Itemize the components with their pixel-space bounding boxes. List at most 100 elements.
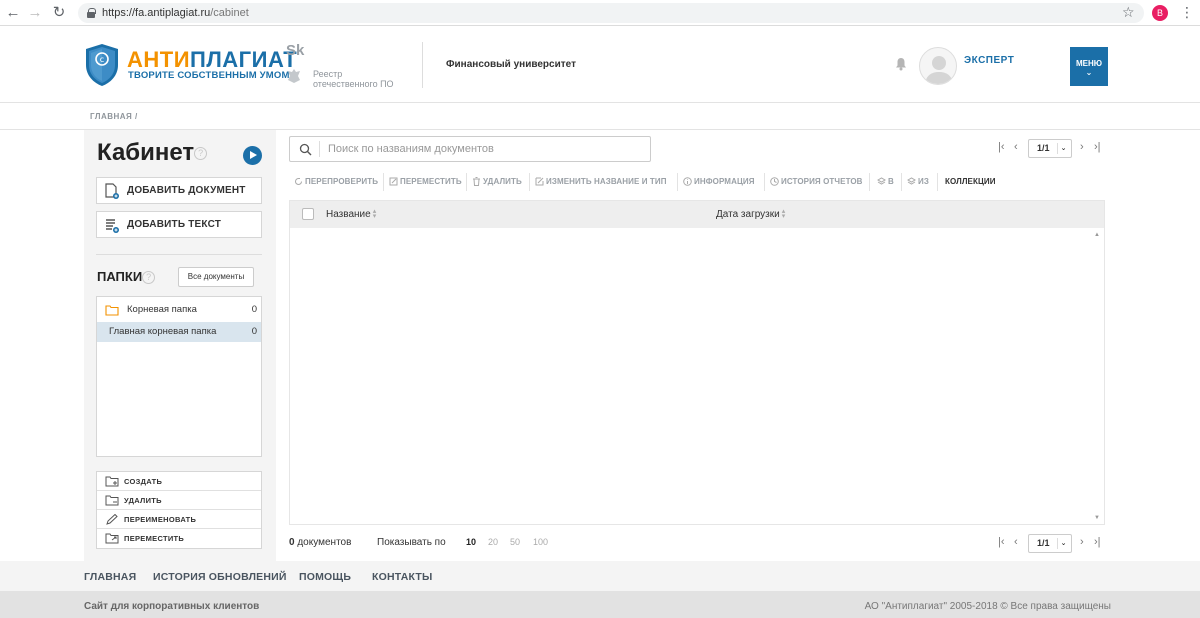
table-footer: 0 документов Показывать по 10 20 50 100 — [289, 537, 1105, 553]
help-icon[interactable]: ? — [194, 147, 208, 161]
folder-item-selected[interactable]: Главная корневая папка 0 — [97, 322, 261, 342]
bell-icon[interactable] — [894, 57, 908, 71]
next-page-icon[interactable]: › — [1080, 141, 1084, 153]
profile-avatar[interactable]: B — [1152, 5, 1168, 21]
page-size-option[interactable]: 10 — [466, 537, 476, 547]
forward-arrow-icon[interactable]: → — [26, 4, 44, 22]
reestr-label: Реестр отечественного ПО — [313, 69, 394, 89]
folder-count: 0 — [251, 304, 257, 315]
header-divider — [422, 42, 423, 88]
folder-icon — [105, 305, 119, 316]
browser-menu-icon[interactable]: ⋮ — [1180, 4, 1194, 21]
last-page-icon[interactable]: ›| — [1094, 536, 1101, 548]
logo-title-plagiat: ПЛАГИАТ — [190, 47, 298, 72]
folder-plus-icon — [105, 476, 119, 487]
url-path: /cabinet — [210, 7, 249, 19]
document-add-icon — [105, 183, 119, 199]
folders-title: ПАПКИ? — [97, 269, 156, 285]
menu-button[interactable]: МЕНЮ ⌄ — [1070, 47, 1108, 86]
breadcrumb: ГЛАВНАЯ / — [0, 103, 1200, 130]
folder-name: Главная корневая папка — [109, 326, 217, 337]
select-all-checkbox[interactable] — [302, 208, 314, 220]
delete-folder-button[interactable]: УДАЛИТЬ — [97, 491, 261, 510]
page-size-option[interactable]: 100 — [533, 537, 548, 547]
chevron-down-icon: ⌄ — [1057, 538, 1069, 549]
first-page-icon[interactable]: |‹ — [998, 536, 1005, 548]
document-count-label: документов — [297, 537, 352, 548]
next-page-icon[interactable]: › — [1080, 536, 1084, 548]
user-avatar[interactable] — [919, 47, 957, 85]
footer-link-updates[interactable]: ИСТОРИЯ ОБНОВЛЕНИЙ — [153, 571, 287, 583]
column-name-label: Название — [326, 209, 371, 220]
documents-table: Название ▴ ▾ Дата загрузки ▴ ▾ ▲ ▼ — [289, 200, 1105, 525]
last-page-icon[interactable]: ›| — [1094, 141, 1101, 153]
info-button[interactable]: ИНФОРМАЦИЯ — [681, 173, 765, 191]
remove-from-collection-button[interactable]: ИЗ — [905, 173, 938, 191]
history-button[interactable]: ИСТОРИЯ ОТЧЕТОВ — [768, 173, 870, 191]
scroll-down-icon[interactable]: ▼ — [1094, 515, 1100, 521]
move-folder-label: ПЕРЕМЕСТИТЬ — [124, 534, 185, 543]
folder-list: Корневая папка 0 Главная корневая папка … — [96, 296, 262, 457]
folders-title-text: ПАПКИ — [97, 269, 143, 284]
info-icon — [683, 177, 692, 186]
antiplagiat-shield-logo[interactable]: c — [84, 43, 120, 87]
rename-button[interactable]: ИЗМЕНИТЬ НАЗВАНИЕ И ТИП — [533, 173, 678, 191]
footer-link-home[interactable]: ГЛАВНАЯ — [84, 571, 136, 583]
prev-page-icon[interactable]: ‹ — [1014, 536, 1018, 548]
add-text-label: ДОБАВИТЬ ТЕКСТ — [127, 219, 222, 230]
page-select[interactable]: 1/1 ⌄ — [1028, 534, 1072, 553]
folder-actions: СОЗДАТЬ УДАЛИТЬ ПЕРЕИМЕНОВАТЬ ПЕРЕМЕСТИТ… — [96, 471, 262, 549]
rename-folder-label: ПЕРЕИМЕНОВАТЬ — [124, 515, 197, 524]
prev-page-icon[interactable]: ‹ — [1014, 141, 1018, 153]
search-input[interactable] — [328, 141, 638, 157]
first-page-icon[interactable]: |‹ — [998, 141, 1005, 153]
add-to-collection-button[interactable]: В — [875, 173, 902, 191]
folder-item[interactable]: Корневая папка 0 — [97, 300, 261, 320]
create-folder-button[interactable]: СОЗДАТЬ — [97, 472, 261, 491]
user-silhouette-icon — [925, 56, 953, 84]
breadcrumb-home[interactable]: ГЛАВНАЯ / — [90, 112, 138, 121]
skolkovo-logo: Sk — [286, 42, 305, 59]
move-button[interactable]: ПЕРЕМЕСТИТЬ — [387, 173, 467, 191]
footer-nav: ГЛАВНАЯ ИСТОРИЯ ОБНОВЛЕНИЙ ПОМОЩЬ КОНТАК… — [0, 561, 1200, 591]
back-arrow-icon[interactable]: ← — [4, 4, 22, 22]
rename-label: ИЗМЕНИТЬ НАЗВАНИЕ И ТИП — [546, 177, 667, 186]
delete-button[interactable]: УДАЛИТЬ — [470, 173, 530, 191]
university-name: Финансовый университет — [446, 59, 576, 70]
delete-folder-label: УДАЛИТЬ — [124, 496, 162, 505]
page-size-option[interactable]: 20 — [488, 537, 498, 547]
add-text-button[interactable]: ДОБАВИТЬ ТЕКСТ — [96, 211, 262, 238]
rename-folder-button[interactable]: ПЕРЕИМЕНОВАТЬ — [97, 510, 261, 529]
footer-copyright: АО "Антиплагиат" 2005-2018 © Все права з… — [864, 601, 1111, 612]
footer-link-contacts[interactable]: КОНТАКТЫ — [372, 571, 432, 583]
folder-move-icon — [105, 533, 119, 544]
pencil-icon — [106, 514, 118, 525]
address-bar[interactable]: https://fa.antiplagiat.ru/cabinet — [78, 3, 1144, 23]
search-icon[interactable] — [299, 143, 312, 156]
all-documents-button[interactable]: Все документы — [178, 267, 254, 287]
footer-corporate-link[interactable]: Сайт для корпоративных клиентов — [84, 601, 259, 612]
page-size-label: Показывать по — [377, 537, 446, 548]
play-video-icon[interactable] — [243, 146, 262, 165]
column-date-header[interactable]: Дата загрузки ▴ ▾ — [716, 208, 786, 221]
url-scheme: https:// — [102, 7, 136, 19]
out-label: ИЗ — [918, 177, 929, 186]
info-label: ИНФОРМАЦИЯ — [694, 177, 755, 186]
move-folder-button[interactable]: ПЕРЕМЕСТИТЬ — [97, 529, 261, 548]
column-name-header[interactable]: Название ▴ ▾ — [326, 208, 376, 220]
page-select[interactable]: 1/1 ⌄ — [1028, 139, 1072, 158]
folders-help-icon[interactable]: ? — [142, 271, 156, 285]
delete-label: УДАЛИТЬ — [483, 177, 522, 186]
recheck-button[interactable]: ПЕРЕПРОВЕРИТЬ — [292, 173, 384, 191]
scroll-up-icon[interactable]: ▲ — [1094, 232, 1100, 238]
reload-icon[interactable]: ↻ — [50, 4, 68, 22]
search-box — [289, 136, 651, 162]
site-header: c АНТИПЛАГИАТ ТВОРИТЕ СОБСТВЕННЫМ УМОМ S… — [0, 26, 1200, 103]
bookmark-star-icon[interactable]: ☆ — [1122, 4, 1135, 21]
page-size-option[interactable]: 50 — [510, 537, 520, 547]
user-role[interactable]: ЭКСПЕРТ — [964, 55, 1014, 66]
footer-link-help[interactable]: ПОМОЩЬ — [299, 571, 351, 583]
svg-text:c: c — [100, 55, 104, 64]
add-document-button[interactable]: ДОБАВИТЬ ДОКУМЕНТ — [96, 177, 262, 204]
sort-icon: ▴ ▾ — [781, 208, 786, 221]
